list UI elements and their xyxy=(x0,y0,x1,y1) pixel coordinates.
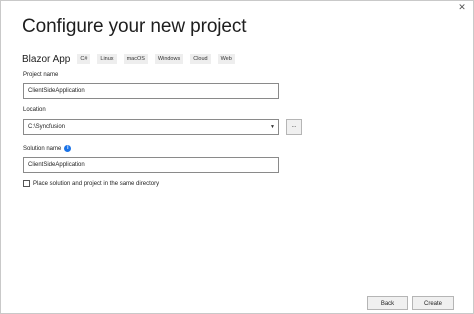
same-directory-option[interactable]: Place solution and project in the same d… xyxy=(23,180,159,187)
create-button[interactable]: Create xyxy=(412,296,454,310)
tag-cloud: Cloud xyxy=(190,54,211,64)
tag-macos: macOS xyxy=(123,54,148,64)
location-select[interactable]: C:\Syncfusion ▼ xyxy=(23,119,279,135)
tag-windows: Windows xyxy=(154,54,184,64)
tag-web: Web xyxy=(217,54,235,64)
project-name-input[interactable]: ClientSideApplication xyxy=(23,83,279,99)
tag-linux: Linux xyxy=(97,54,117,64)
template-name: Blazor App xyxy=(22,53,71,65)
configure-project-window: ✕ Configure your new project Blazor App … xyxy=(0,0,474,314)
browse-location-button[interactable]: ... xyxy=(286,119,302,135)
tag-csharp: C# xyxy=(77,54,91,64)
chevron-down-icon: ▼ xyxy=(270,124,275,130)
location-label: Location xyxy=(23,107,46,113)
solution-name-input[interactable]: ClientSideApplication xyxy=(23,157,279,173)
solution-name-label: Solution name xyxy=(23,145,62,152)
same-directory-checkbox[interactable] xyxy=(23,180,30,187)
info-icon[interactable]: i xyxy=(64,145,72,152)
same-directory-label: Place solution and project in the same d… xyxy=(33,180,160,187)
back-button[interactable]: Back xyxy=(367,296,408,310)
project-name-label: Project name xyxy=(23,72,59,78)
location-value: C:\Syncfusion xyxy=(28,124,66,130)
template-summary: Blazor App C# Linux macOS Windows Cloud … xyxy=(22,52,242,66)
solution-name-label-row: Solution name i xyxy=(23,145,72,152)
close-icon[interactable]: ✕ xyxy=(457,2,467,12)
title-bar: ✕ xyxy=(413,1,473,13)
page-title: Configure your new project xyxy=(22,16,247,37)
template-tags: C# Linux macOS Windows Cloud Web xyxy=(77,54,241,64)
